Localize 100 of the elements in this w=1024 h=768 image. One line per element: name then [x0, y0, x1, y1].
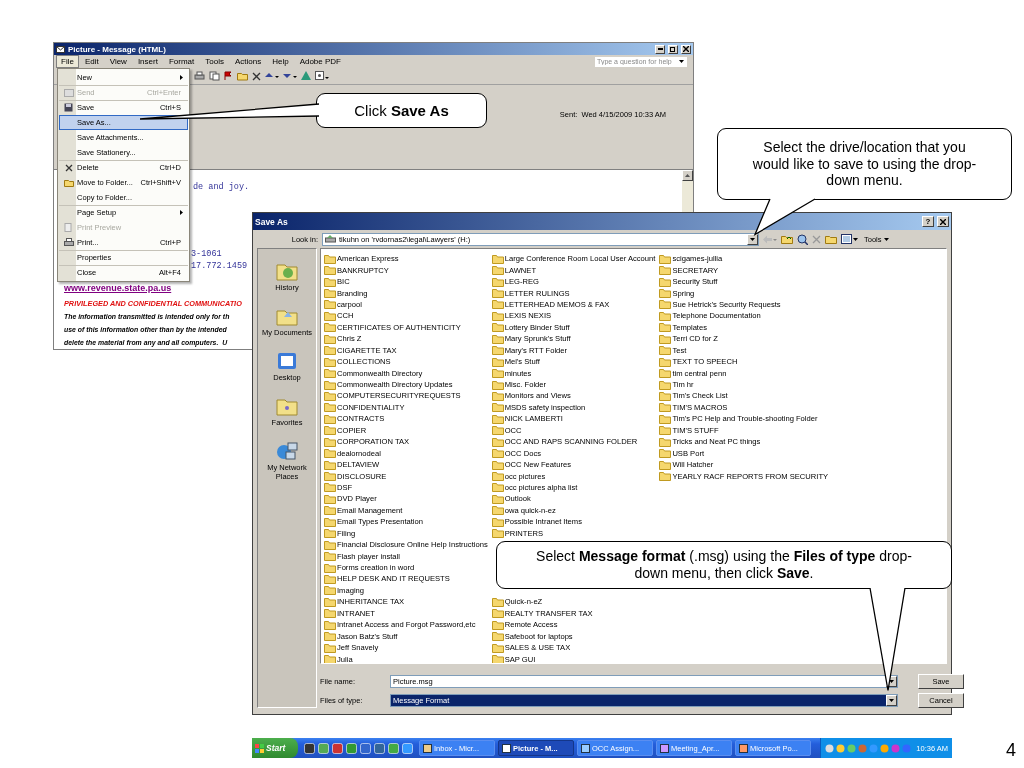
restore-button[interactable] — [668, 44, 678, 54]
menu-bar-item[interactable]: Tools — [200, 55, 229, 68]
window-title: Picture - Message (HTML) — [68, 44, 167, 54]
down-arrow-icon — [283, 72, 297, 80]
dropdown-caret-icon — [679, 60, 684, 63]
folder-icon — [324, 276, 336, 287]
folder-icon — [324, 356, 336, 367]
folder-icon — [491, 265, 504, 276]
quick-launch-icon[interactable] — [346, 742, 357, 754]
folder-icon — [324, 482, 336, 493]
app-icon — [660, 743, 669, 753]
folder-icon — [491, 596, 504, 607]
send-icon — [63, 88, 74, 97]
folder-icon — [324, 402, 336, 413]
folder-icon — [324, 642, 336, 653]
folder-icon — [491, 413, 504, 424]
quick-launch-icon[interactable] — [388, 742, 399, 754]
folder-icon — [491, 299, 504, 310]
menu-bar-item[interactable]: Format — [163, 55, 200, 68]
folder-icon — [324, 322, 336, 333]
folder-icon — [324, 425, 336, 436]
delete-icon — [64, 163, 73, 172]
folder-icon — [324, 596, 336, 607]
preview-icon — [64, 223, 73, 232]
website-link[interactable]: www.revenue.state.pa.us — [64, 282, 172, 294]
printer-icon — [63, 238, 74, 247]
menu-bar-item[interactable]: View — [104, 55, 132, 68]
folder-icon — [237, 71, 248, 81]
folder-icon — [659, 425, 672, 436]
folder-icon — [324, 562, 336, 573]
network-drive-icon — [325, 235, 336, 243]
new-folder-icon[interactable] — [825, 234, 837, 244]
folder-icon — [491, 345, 504, 356]
close-button[interactable] — [937, 216, 949, 227]
folder-icon — [491, 505, 504, 516]
up-arrow-icon — [265, 72, 279, 80]
search-icon[interactable] — [797, 233, 808, 245]
folder-icon — [491, 310, 504, 321]
folder-icon — [491, 322, 504, 333]
folder-icon — [659, 471, 672, 482]
folder-icon — [324, 471, 336, 482]
quick-launch-icon[interactable] — [402, 742, 413, 754]
menu-bar-item[interactable]: Adobe PDF — [294, 55, 346, 68]
folder-icon — [659, 276, 672, 287]
delete-icon[interactable] — [812, 234, 821, 244]
folder-icon — [659, 448, 672, 459]
folder-icon — [324, 265, 336, 276]
folder-icon — [324, 390, 336, 401]
folder-icon — [324, 310, 336, 321]
folder-icon — [324, 345, 336, 356]
folder-icon — [659, 436, 672, 447]
quick-launch-icon[interactable] — [318, 742, 329, 754]
folder-icon — [491, 425, 504, 436]
folder-icon — [659, 390, 672, 401]
folder-icon — [491, 619, 504, 630]
folder-icon — [491, 356, 504, 367]
folder-icon — [491, 253, 504, 264]
folder-icon — [491, 448, 504, 459]
folder-icon — [276, 396, 298, 416]
minimize-button[interactable] — [655, 44, 665, 54]
quick-launch-icon[interactable] — [360, 742, 371, 754]
close-button[interactable] — [681, 44, 691, 54]
folder-icon — [659, 356, 672, 367]
page-number: 4 — [1006, 740, 1016, 761]
up-arrow-icon — [685, 174, 690, 177]
delete-icon — [252, 71, 261, 81]
menu-bar-item[interactable]: Insert — [132, 55, 163, 68]
folder-icon — [324, 528, 336, 539]
folder-icon — [659, 379, 672, 390]
quick-launch-icon[interactable] — [332, 742, 343, 754]
folder-icon — [659, 459, 672, 470]
help-button[interactable]: ? — [922, 216, 934, 227]
folder-icon — [324, 413, 336, 424]
folder-icon — [659, 265, 672, 276]
menu-bar-item[interactable]: Help — [267, 55, 294, 68]
app-icon — [502, 743, 511, 753]
menu-bar-item[interactable]: Edit — [79, 55, 104, 68]
folder-icon — [324, 573, 336, 584]
folder-icon — [324, 448, 336, 459]
folder-icon — [491, 390, 504, 401]
callout-text: Select Message format (.msg) using the Files of type drop-down menu, then click Save. — [535, 548, 913, 582]
folder-icon — [659, 413, 672, 424]
folder-icon — [491, 379, 504, 390]
quick-launch-icon[interactable] — [304, 742, 315, 754]
folder-icon — [491, 631, 504, 642]
app-icon — [423, 743, 432, 753]
scroll-up-button[interactable] — [682, 170, 693, 181]
folder-icon — [491, 368, 504, 379]
quick-launch-icon[interactable] — [374, 742, 385, 754]
printer-icon — [194, 71, 205, 81]
menu-bar-item[interactable]: File — [56, 55, 79, 68]
menu-bar-item[interactable]: Actions — [229, 55, 267, 68]
folder-icon — [659, 299, 672, 310]
folder-icon — [491, 642, 504, 653]
copy-icon — [209, 71, 220, 81]
folder-icon — [659, 333, 672, 344]
up-folder-icon[interactable] — [781, 234, 793, 244]
folder-icon — [491, 654, 504, 663]
callout-text: Select the drive/location that you would like to save to using the drop-down menu. — [752, 138, 977, 190]
views-icon[interactable] — [841, 234, 858, 244]
